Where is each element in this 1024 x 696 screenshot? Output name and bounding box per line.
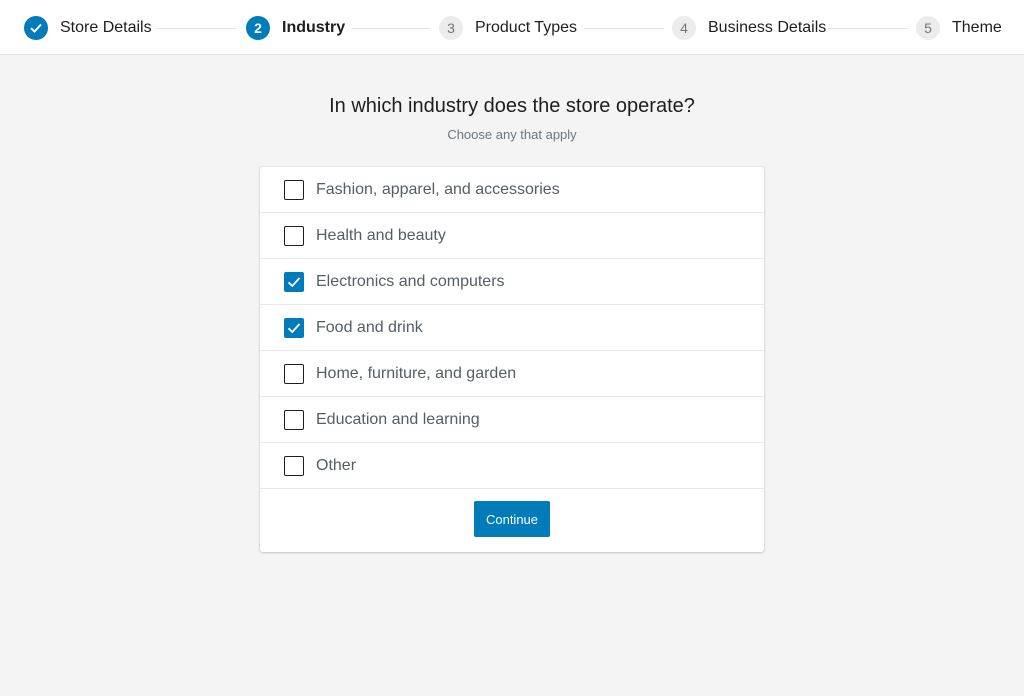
setup-stepper: Store Details 2 Industry 3 Product Types… — [0, 0, 1024, 55]
checkbox[interactable] — [284, 409, 304, 430]
checkmark-icon — [24, 16, 48, 40]
step-number: 5 — [916, 16, 940, 40]
checkbox[interactable] — [284, 455, 304, 476]
step-label: Store Details — [60, 19, 152, 36]
checkbox[interactable] — [284, 225, 304, 246]
option-label: Education and learning — [316, 410, 480, 428]
option-label: Electronics and computers — [316, 272, 505, 290]
step-product-types[interactable]: 3 Product Types — [439, 16, 577, 40]
step-number: 3 — [439, 16, 463, 40]
card-actions: Continue — [260, 489, 764, 537]
step-number: 2 — [246, 16, 270, 40]
option-label: Other — [316, 456, 357, 474]
industry-option-education[interactable]: Education and learning — [260, 397, 764, 443]
step-label: Industry — [282, 19, 346, 36]
step-theme[interactable]: 5 Theme — [916, 16, 1002, 40]
step-number: 4 — [672, 16, 696, 40]
step-label: Business Details — [708, 19, 827, 36]
industry-option-fashion[interactable]: Fashion, apparel, and accessories — [260, 167, 764, 213]
checkbox[interactable] — [284, 179, 304, 200]
checkbox[interactable] — [284, 363, 304, 384]
option-label: Health and beauty — [316, 226, 446, 244]
checkmark-icon — [287, 322, 301, 333]
page-title: In which industry does the store operate… — [329, 95, 695, 117]
step-connector — [584, 28, 664, 29]
option-label: Home, furniture, and garden — [316, 364, 517, 382]
step-label: Theme — [952, 19, 1002, 36]
industry-option-health[interactable]: Health and beauty — [260, 213, 764, 259]
industry-card: Fashion, apparel, and accessories Health… — [260, 167, 764, 552]
step-business-details[interactable]: 4 Business Details — [672, 16, 826, 40]
checkmark-icon — [287, 276, 301, 287]
step-connector — [352, 28, 430, 29]
continue-button[interactable]: Continue — [473, 501, 551, 537]
step-connector — [156, 28, 236, 29]
industry-option-other[interactable]: Other — [260, 443, 764, 489]
industry-option-home[interactable]: Home, furniture, and garden — [260, 351, 764, 397]
page-subtitle: Choose any that apply — [447, 127, 577, 142]
industry-option-food[interactable]: Food and drink — [260, 305, 764, 351]
step-connector — [828, 28, 908, 29]
option-label: Food and drink — [316, 318, 423, 336]
checkbox-checked[interactable] — [284, 317, 304, 338]
step-label: Product Types — [475, 19, 577, 36]
step-industry[interactable]: 2 Industry — [246, 16, 345, 40]
industry-option-electronics[interactable]: Electronics and computers — [260, 259, 764, 305]
checkbox-checked[interactable] — [284, 271, 304, 292]
option-label: Fashion, apparel, and accessories — [316, 180, 560, 198]
step-store-details[interactable]: Store Details — [24, 16, 152, 40]
